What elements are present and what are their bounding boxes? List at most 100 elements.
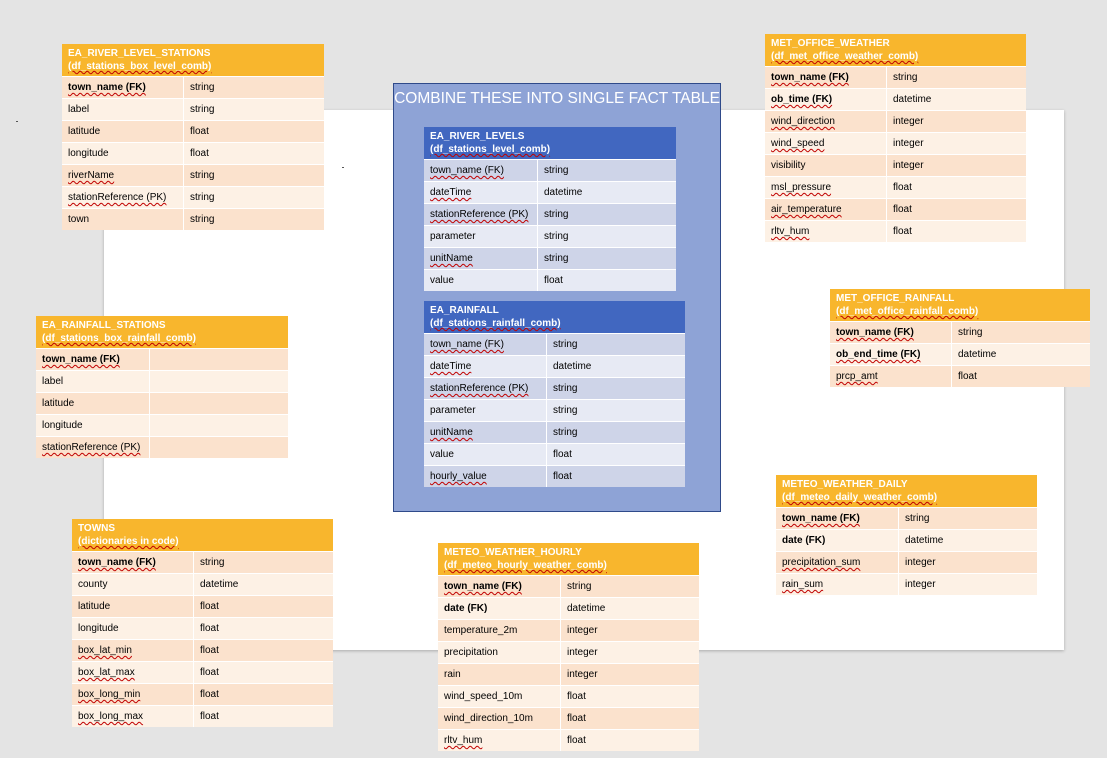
field-type: integer — [567, 669, 598, 680]
table-met-office-weather[interactable]: MET_OFFICE_WEATHER (df_met_office_weather… — [765, 34, 1026, 242]
field-type: datetime — [553, 361, 592, 372]
table-title: EA_RIVER_LEVELS — [430, 131, 525, 142]
field-name: rltv_hum — [438, 730, 561, 751]
table-body: town_name (FK) string ob_end_time (FK) date… — [830, 321, 1090, 387]
field-type — [150, 393, 288, 414]
table-row: town string — [62, 208, 324, 230]
table-row: wind_speed integer — [765, 132, 1026, 154]
table-ea-river-levels[interactable]: EA_RIVER_LEVELS (df_stations_level_comb) t… — [424, 127, 676, 291]
field-name: town_name (FK) — [424, 160, 538, 181]
field-type: datetime — [567, 603, 606, 614]
table-row: label — [36, 370, 288, 392]
field-name: town_name (FK) — [36, 349, 150, 370]
field-type: float — [200, 601, 219, 612]
field-type: float — [893, 204, 912, 215]
field-name: box_lat_min — [72, 640, 194, 661]
field-type: string — [190, 214, 215, 225]
field-name: stationReference (PK) — [424, 378, 547, 399]
table-row: visibility integer — [765, 154, 1026, 176]
field-name: stationReference (PK) — [424, 204, 538, 225]
field-name: hourly_value — [424, 466, 547, 487]
table-row: ob_time (FK) datetime — [765, 88, 1026, 110]
field-name: stationReference (PK) — [36, 437, 150, 458]
table-body: town_name (FK) string dateTime datetime stat… — [424, 333, 685, 487]
table-ea-river-level-stations[interactable]: EA_RIVER_LEVEL_STATIONS (df_stations_box_… — [62, 44, 324, 230]
field-type: string — [200, 557, 225, 568]
field-type — [150, 415, 288, 436]
field-type: string — [544, 165, 569, 176]
table-row: parameter string — [424, 225, 676, 247]
field-name: latitude — [72, 596, 194, 617]
field-name: date (FK) — [776, 530, 899, 551]
field-name: rltv_hum — [765, 221, 887, 242]
table-body: town_name (FK) string dateTime datetime stat… — [424, 159, 676, 291]
field-type: integer — [905, 557, 936, 568]
field-name: precipitation_sum — [776, 552, 899, 573]
table-header: MET_OFFICE_RAINFALL (df_met_office_rainfa… — [830, 289, 1090, 321]
field-type: float — [200, 667, 219, 678]
field-name: town_name (FK) — [830, 322, 952, 343]
field-type: integer — [893, 116, 924, 127]
table-header: METEO_WEATHER_HOURLY (df_meteo_hourly_wea… — [438, 543, 699, 575]
table-ea-rainfall[interactable]: EA_RAINFALL (df_stations_rainfall_comb) to… — [424, 301, 685, 487]
table-row: wind_direction_10m float — [438, 707, 699, 729]
table-row: value float — [424, 269, 676, 291]
field-type: integer — [893, 160, 924, 171]
field-type: string — [553, 383, 578, 394]
field-type: string — [553, 339, 578, 350]
field-type: string — [544, 209, 569, 220]
stray-dot — [342, 167, 344, 168]
table-row: town_name (FK) string — [72, 551, 333, 573]
table-row: longitude float — [72, 617, 333, 639]
table-row: rltv_hum float — [765, 220, 1026, 242]
field-type: float — [567, 691, 586, 702]
table-row: wind_direction integer — [765, 110, 1026, 132]
table-row: rltv_hum float — [438, 729, 699, 751]
field-type: float — [893, 226, 912, 237]
field-type: float — [190, 148, 209, 159]
field-name: unitName — [424, 422, 547, 443]
field-type: float — [567, 713, 586, 724]
field-type — [150, 371, 288, 392]
field-type: float — [190, 126, 209, 137]
field-name: town_name (FK) — [765, 67, 887, 88]
table-title: METEO_WEATHER_HOURLY — [444, 547, 582, 558]
field-name: county — [72, 574, 194, 595]
table-row: box_long_min float — [72, 683, 333, 705]
field-name: box_long_max — [72, 706, 194, 727]
field-type: string — [544, 231, 569, 242]
table-ea-rainfall-stations[interactable]: EA_RAINFALL_STATIONS (df_stations_box_rai… — [36, 316, 288, 458]
table-row: stationReference (PK) — [36, 436, 288, 458]
field-type: string — [905, 513, 930, 524]
table-row: riverName string — [62, 164, 324, 186]
table-row: box_lat_min float — [72, 639, 333, 661]
table-meteo-weather-hourly[interactable]: METEO_WEATHER_HOURLY (df_meteo_hourly_wea… — [438, 543, 699, 751]
table-header: EA_RIVER_LEVEL_STATIONS (df_stations_box_… — [62, 44, 324, 76]
field-name: riverName — [62, 165, 184, 186]
table-subtitle: (dictionaries in code) — [78, 536, 179, 547]
field-type: integer — [567, 647, 598, 658]
field-name: town_name (FK) — [776, 508, 899, 529]
field-name: longitude — [36, 415, 150, 436]
field-type: float — [200, 689, 219, 700]
field-name: box_long_min — [72, 684, 194, 705]
field-type: string — [553, 427, 578, 438]
field-name: stationReference (PK) — [62, 187, 184, 208]
table-met-office-rainfall[interactable]: MET_OFFICE_RAINFALL (df_met_office_rainfa… — [830, 289, 1090, 387]
table-body: town_name (FK) string label string latitude f… — [62, 76, 324, 230]
table-row: rain_sum integer — [776, 573, 1037, 595]
table-row: ob_end_time (FK) datetime — [830, 343, 1090, 365]
table-towns[interactable]: TOWNS (dictionaries in code) town_name (FK… — [72, 519, 333, 727]
field-name: town — [62, 209, 184, 230]
field-name: latitude — [62, 121, 184, 142]
field-name: prcp_amt — [830, 366, 952, 387]
table-row: wind_speed_10m float — [438, 685, 699, 707]
field-name: temperature_2m — [438, 620, 561, 641]
table-row: town_name (FK) string — [438, 575, 699, 597]
table-meteo-weather-daily[interactable]: METEO_WEATHER_DAILY (df_meteo_daily_weath… — [776, 475, 1037, 595]
table-row: rain integer — [438, 663, 699, 685]
table-title: EA_RAINFALL_STATIONS — [42, 320, 166, 331]
field-name: label — [62, 99, 184, 120]
table-row: town_name (FK) string — [62, 76, 324, 98]
table-subtitle: (df_meteo_daily_weather_comb) — [782, 492, 938, 503]
